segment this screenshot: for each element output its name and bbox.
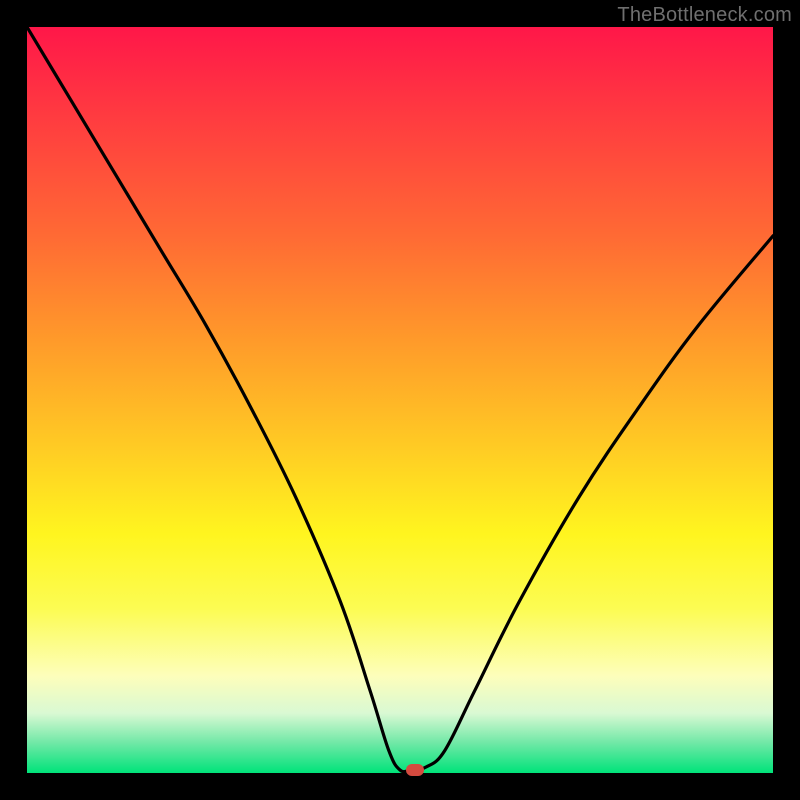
bottleneck-curve: [27, 27, 773, 773]
watermark-text: TheBottleneck.com: [617, 4, 792, 27]
chart-frame: TheBottleneck.com: [0, 0, 800, 800]
minimum-marker: [406, 764, 424, 776]
plot-area: [27, 27, 773, 773]
